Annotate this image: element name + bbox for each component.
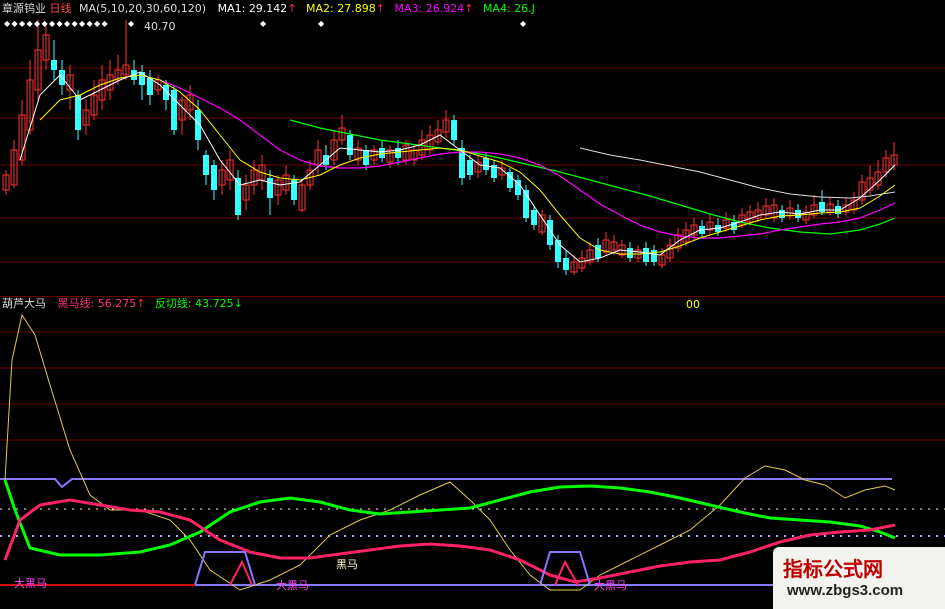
upper-band-line [0,478,892,489]
diamond-marker-0: ◆ [4,19,11,28]
diamond-marker-5: ◆ [42,19,49,28]
candle-body-26 [211,165,217,190]
candle-body-18 [147,78,153,95]
candle-body-70 [563,258,569,270]
candle-body-33 [267,178,273,198]
diamond-marker-11: ◆ [87,19,94,28]
reverse-cut-readout: 反切线: 43.725↓ [154,297,243,310]
diamond-marker-13: ◆ [102,19,109,28]
candle-body-47 [379,148,385,158]
candle-body-66 [531,210,537,225]
site-watermark: 指标公式网 www.zbgs3.com [773,547,945,609]
indicator-header: 葫芦大马 黑马线: 56.275↑ 反切线: 43.725↓ [2,297,243,310]
big-black-horse-label-3: 大黑马 [594,579,627,592]
peak-price-label: 40.70 [144,20,176,33]
candle-body-80 [643,248,649,262]
diamond-marker-4: ◆ [34,19,41,28]
candle-body-56 [451,120,457,140]
indicator-name: 葫芦大马 [2,297,46,310]
ma4-readout: MA4: 26.J [482,2,535,15]
candle-body-29 [235,178,241,215]
diamond-marker-3: ◆ [27,19,34,28]
candle-body-74 [595,245,601,258]
candle-body-58 [467,160,473,175]
right-marker: 00 [686,298,700,311]
candle-body-64 [515,180,521,195]
black-horse-readout: 黑马线: 56.275↑ [57,297,146,310]
ma-params: MA(5,10,20,30,60,120) [79,2,207,15]
big-black-horse-label-2: 大黑马 [276,579,309,592]
candle-body-17 [139,72,145,85]
candle-body-21 [171,90,177,130]
diamond-marker-2: ◆ [19,19,26,28]
diamond-marker-extra-0: ◆ [128,19,135,28]
period-label[interactable]: 日线 [50,2,72,15]
candle-body-78 [627,248,633,258]
ma3-readout: MA3: 26.924↑ [394,2,474,15]
diamond-marker-12: ◆ [94,19,101,28]
watermark-title: 指标公式网 [783,557,883,581]
diamond-marker-extra-3: ◆ [520,19,527,28]
diamond-marker-extra-2: ◆ [318,19,325,28]
black-horse-label: 黑马 [336,558,358,571]
ma1-readout: MA1: 29.142↑ [217,2,297,15]
diamond-marker-8: ◆ [64,19,71,28]
black-horse-line [3,498,896,584]
watermark-url: www.zbgs3.com [787,582,904,599]
diamond-marker-9: ◆ [72,19,79,28]
main-panel-header: 章源钨业 日线 MA(5,10,20,30,60,120) MA1: 29.14… [2,2,535,15]
ma2-readout: MA2: 27.898↑ [306,2,385,15]
big-black-horse-label-1: 大黑马 [14,577,47,590]
diamond-marker-extra-1: ◆ [260,19,267,28]
candle-body-25 [203,155,209,175]
reverse-cut-line [3,479,896,557]
candle-body-81 [651,250,657,262]
diamond-marker-10: ◆ [79,19,86,28]
candle-body-60 [483,158,489,170]
diamond-marker-6: ◆ [49,19,56,28]
candle-body-69 [555,240,561,262]
ma30-line [289,119,896,235]
candle-body-43 [347,135,353,155]
candle-body-97 [779,210,785,218]
diamond-marker-1: ◆ [12,19,19,28]
candle-body-6 [51,60,57,70]
diamond-marker-7: ◆ [57,19,64,28]
stock-name: 章源钨业 [2,2,46,15]
